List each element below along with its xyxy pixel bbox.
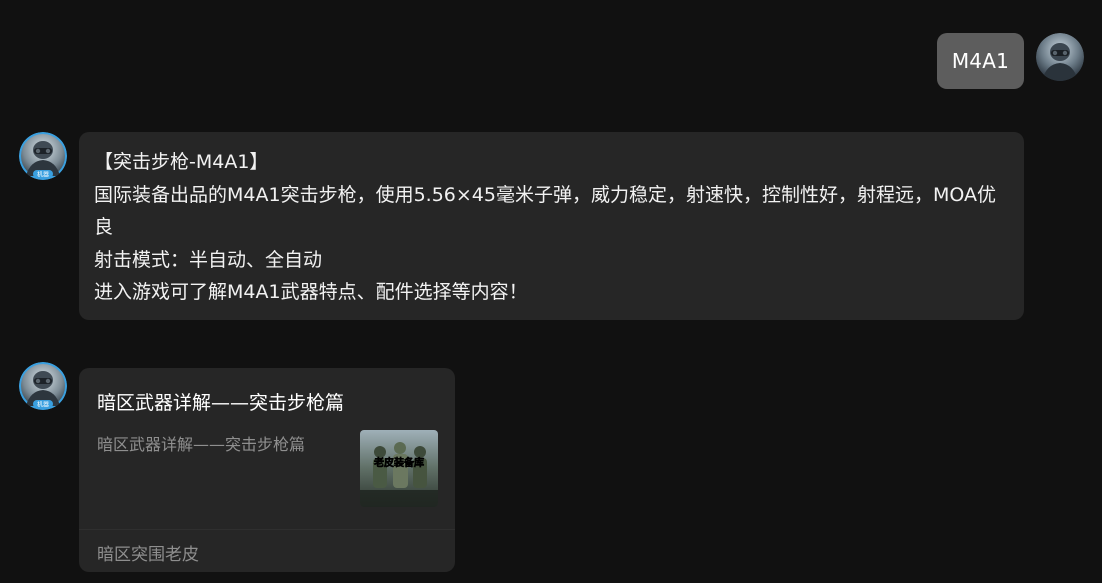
bot-avatar[interactable]: 机器 <box>19 362 67 410</box>
user-message-bubble: M4A1 <box>936 33 1024 89</box>
bot-avatar[interactable]: 机器 <box>19 132 67 180</box>
thumbnail-caption: 老皮装备库 <box>373 456 424 469</box>
article-title: 暗区武器详解——突击步枪篇 <box>97 392 345 414</box>
bot-message-line: 射击模式：半自动、全自动 <box>94 248 323 271</box>
bot-message-bubble: 【突击步枪-M4A1】 国际装备出品的M4A1突击步枪，使用5.56×45毫米子… <box>79 132 1024 320</box>
article-card[interactable]: 暗区武器详解——突击步枪篇 暗区武器详解——突击步枪篇 老皮装备库 暗区突围老皮 <box>79 368 455 572</box>
user-message-text: M4A1 <box>951 49 1009 73</box>
article-thumbnail: 老皮装备库 <box>360 430 438 507</box>
bot-message-line: 【突击步枪-M4A1】 <box>94 151 269 173</box>
chat-window: M4A1 机器 【突击步枪-M4A1】 国际装备出品的M4A1突击步枪，使用5.… <box>0 0 1102 583</box>
bot-badge-text: 机器 <box>37 171 49 179</box>
card-divider <box>79 529 455 530</box>
user-avatar[interactable] <box>1036 33 1084 81</box>
bot-message-line: 进入游戏可了解M4A1武器特点、配件选择等内容！ <box>94 281 528 304</box>
article-description: 暗区武器详解——突击步枪篇 <box>97 435 306 454</box>
bot-message-line: 国际装备出品的M4A1突击步枪，使用5.56×45毫米子弹，威力稳定，射速快，控… <box>94 183 996 239</box>
article-source: 暗区突围老皮 <box>97 545 199 565</box>
bot-badge-text: 机器 <box>37 401 49 409</box>
